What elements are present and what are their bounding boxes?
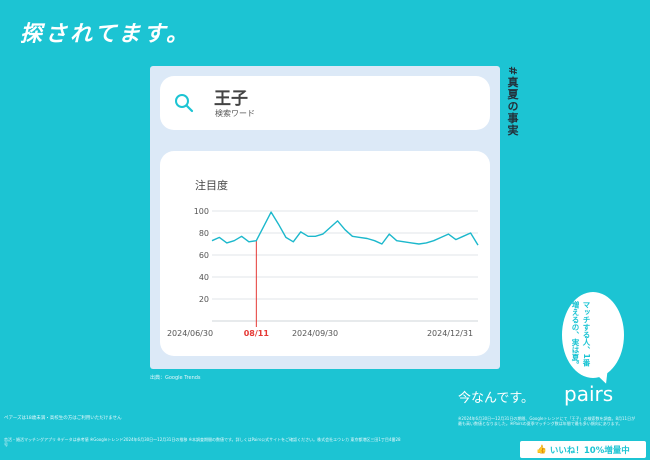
search-keyword: 王子 <box>214 89 248 109</box>
badge-label: いいね！10%増量中 <box>549 445 630 456</box>
search-icon <box>175 94 194 113</box>
y-tick-label: 60 <box>199 251 209 260</box>
search-card: 王子 検索ワード <box>160 76 490 130</box>
interest-chart: 100 80 60 40 20 2024/06/30 08/11 2024/09/30 2024… <box>167 207 479 338</box>
x-tick-label: 2024/12/31 <box>427 329 473 338</box>
series-line <box>211 211 479 246</box>
y-tick-label: 40 <box>199 273 209 282</box>
footnote-age: ペアーズは18歳未満・高校生の方はご利用いただけません <box>4 416 122 421</box>
thumbs-up-icon: 👍 <box>536 444 547 455</box>
y-tick-label: 20 <box>199 295 209 304</box>
x-tick-label-highlight: 08/11 <box>244 329 270 338</box>
tagline: 今なんです。 <box>458 391 535 406</box>
chart-source: 出典：Google Trends <box>150 375 201 381</box>
brand-logo: pairs <box>564 382 614 406</box>
footnote-legal: 恋活・婚活マッチングアプリ ※データは参考値 ※Googleトレンド2024年6… <box>4 437 401 447</box>
bubble-text: マッチする人、1番増えるの、実は夏。 <box>571 301 591 369</box>
y-tick-label: 100 <box>194 207 209 216</box>
x-tick-label: 2024/06/30 <box>167 329 213 338</box>
footnote-right: ※2024年6月30日〜12月31日の期間、Googleトレンドにて「王子」の検… <box>458 416 636 426</box>
y-tick-label: 80 <box>199 229 209 238</box>
search-sublabel: 検索ワード <box>215 109 255 118</box>
headline: 探されてます。 <box>20 22 192 47</box>
like-badge: 👍 いいね！10%増量中 <box>520 441 646 458</box>
hashtag: #真夏の事実 <box>506 66 519 137</box>
trends-panel: 王子 検索ワード 注目度 100 80 60 40 20 2024/06/30 08/11 2… <box>150 66 500 369</box>
x-tick-label: 2024/09/30 <box>292 329 338 338</box>
chart-card: 注目度 100 80 60 40 20 2024/06/30 08/11 2024/09/30… <box>160 151 490 356</box>
